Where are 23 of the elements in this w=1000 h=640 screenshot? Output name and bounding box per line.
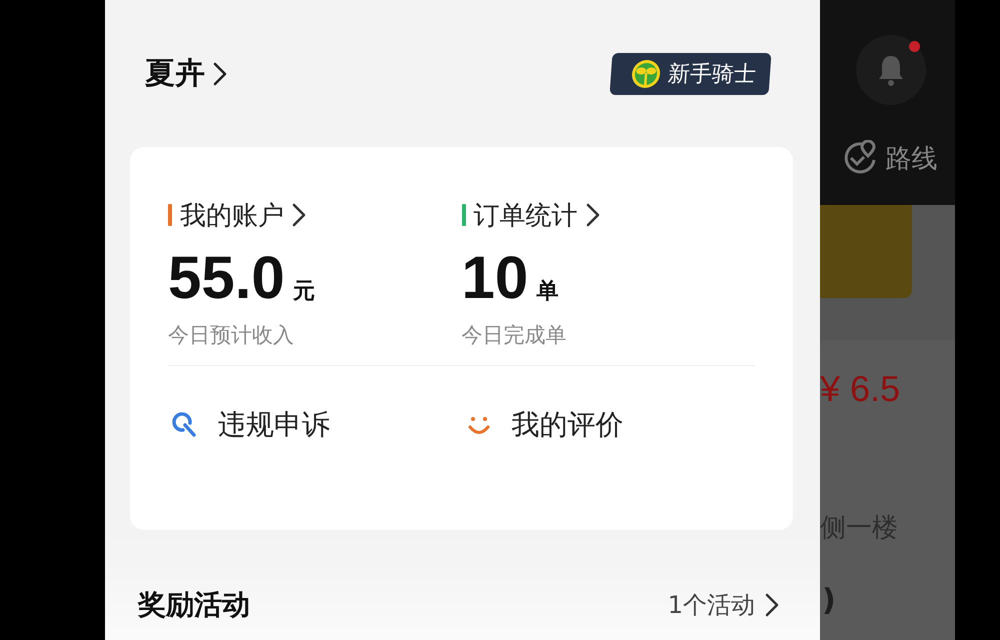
order-text: ) (822, 583, 837, 618)
stat-unit: 单 (536, 278, 558, 306)
chevron-icon (765, 593, 779, 617)
menu-link[interactable]: 我的评价 (462, 406, 755, 444)
stat-title-link[interactable]: 订单统计 (462, 197, 755, 233)
chevron-icon (586, 203, 600, 227)
activities-link[interactable]: 1个活动 (668, 589, 779, 621)
stat-title-link[interactable]: 我的账户 (168, 197, 462, 233)
level-badge: 新手骑士 (610, 52, 772, 94)
chevron-icon (292, 203, 306, 227)
stat-value: 55.0 (168, 243, 285, 313)
route-icon (842, 140, 878, 176)
stat-unit: 元 (292, 278, 315, 306)
sprout-icon (630, 58, 662, 88)
stat-caption: 今日完成单 (462, 322, 568, 349)
section-title: 奖励活动 (138, 587, 250, 623)
route-button[interactable]: 路线 (842, 140, 938, 176)
order-price: ¥ 6.5 (820, 368, 902, 410)
chevron-icon (213, 62, 227, 86)
stat-caption: 今日预计收入 (168, 322, 295, 349)
stat-value: 10 (462, 243, 528, 313)
menu-link[interactable]: 违规申诉 (168, 406, 462, 444)
profile-name-link[interactable]: 夏卉 (145, 53, 227, 94)
